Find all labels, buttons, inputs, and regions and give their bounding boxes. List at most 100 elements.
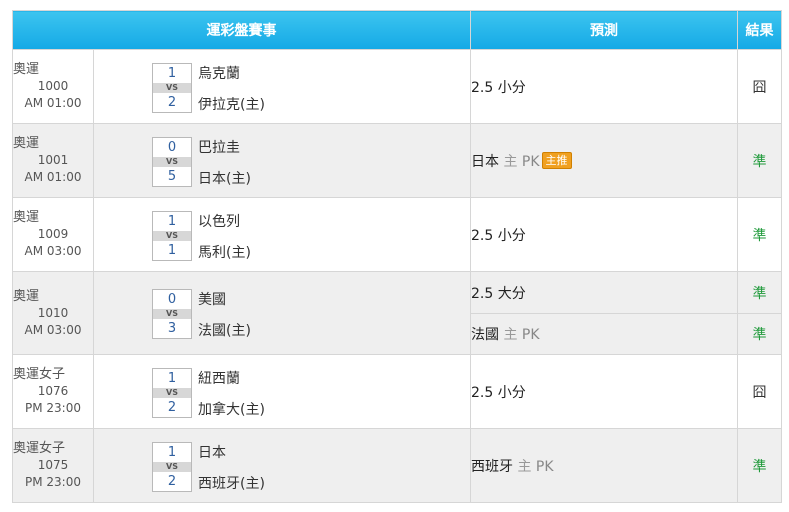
league-name: 奧運 bbox=[13, 136, 40, 151]
prediction-pk: PK bbox=[521, 153, 540, 170]
league-cell: 奧運女子 1076 PM 23:00 bbox=[12, 354, 94, 429]
result-cell: 準 bbox=[737, 123, 782, 198]
result-cell: 準 bbox=[737, 197, 782, 272]
prediction-cell: 2.5 大分 bbox=[470, 271, 738, 314]
vs-label: VS bbox=[153, 462, 191, 472]
match-cell: 0 VS 5 巴拉圭 日本(主) bbox=[93, 123, 471, 198]
vs-label: VS bbox=[153, 157, 191, 167]
prediction-pk: PK bbox=[521, 327, 540, 343]
team-away: 美國 bbox=[198, 292, 226, 308]
prediction-team: 法國 bbox=[471, 327, 499, 343]
team-home: 加拿大(主) bbox=[198, 402, 265, 418]
score-away: 2 bbox=[167, 400, 177, 415]
match-row: 奧運 1000 AM 01:00 1 VS 2 烏克蘭 伊拉克(主) 2.5 小… bbox=[12, 49, 782, 124]
match-cell: 1 VS 2 紐西蘭 加拿大(主) bbox=[93, 354, 471, 429]
score-away: 2 bbox=[167, 95, 177, 110]
match-number: 1076 bbox=[37, 384, 69, 398]
match-number: 1075 bbox=[37, 458, 69, 472]
score-box: 1 VS 2 bbox=[152, 442, 192, 492]
league-name: 奧運女子 bbox=[13, 367, 66, 382]
league-cell: 奧運 1010 AM 03:00 bbox=[12, 271, 94, 355]
prediction-pk: PK bbox=[535, 458, 554, 475]
match-row: 奧運 1001 AM 01:00 0 VS 5 巴拉圭 日本(主) 日本 主 P… bbox=[12, 123, 782, 198]
league-name: 奧運 bbox=[13, 62, 40, 77]
prediction-cell: 法國 主 PK bbox=[470, 313, 738, 355]
score-away: 1 bbox=[167, 243, 177, 258]
table-header-row: 運彩盤賽事 預測 結果 bbox=[12, 10, 782, 50]
team-away: 紐西蘭 bbox=[198, 371, 240, 387]
match-row: 奧運 1009 AM 03:00 1 VS 1 以色列 馬利(主) 2.5 小分… bbox=[12, 197, 782, 272]
match-time: PM 23:00 bbox=[25, 401, 81, 415]
prediction-cell: 2.5 小分 bbox=[470, 49, 738, 124]
prediction-table: 運彩盤賽事 預測 結果 奧運 1000 AM 01:00 1 VS 2 烏克蘭 … bbox=[12, 10, 782, 503]
league-name: 奧運 bbox=[13, 288, 40, 304]
league-name: 奧運女子 bbox=[13, 441, 66, 456]
prediction-cell: 日本 主 PK 主推 bbox=[470, 123, 738, 198]
result-cell: 準 bbox=[737, 428, 782, 503]
result-cell: 囧 bbox=[737, 49, 782, 124]
prediction-team: 日本 bbox=[471, 153, 499, 170]
score-away: 2 bbox=[167, 474, 177, 489]
team-away: 以色列 bbox=[198, 214, 240, 230]
team-away: 日本 bbox=[198, 445, 226, 461]
prediction-host: 主 bbox=[517, 458, 532, 475]
match-number: 1010 bbox=[37, 305, 69, 320]
match-number: 1000 bbox=[37, 79, 69, 93]
prediction-cell: 2.5 小分 bbox=[470, 197, 738, 272]
match-number: 1001 bbox=[37, 153, 69, 167]
score-box: 0 VS 5 bbox=[152, 137, 192, 187]
league-cell: 奧運 1001 AM 01:00 bbox=[12, 123, 94, 198]
vs-label: VS bbox=[153, 231, 191, 241]
team-home: 伊拉克(主) bbox=[198, 97, 265, 113]
prediction-cell: 2.5 小分 bbox=[470, 354, 738, 429]
prediction-cell: 西班牙 主 PK bbox=[470, 428, 738, 503]
header-prediction: 預測 bbox=[470, 10, 738, 50]
score-home: 1 bbox=[167, 66, 177, 81]
header-event: 運彩盤賽事 bbox=[12, 10, 471, 50]
score-home: 0 bbox=[167, 292, 177, 307]
match-time: AM 03:00 bbox=[24, 244, 82, 258]
score-box: 1 VS 2 bbox=[152, 63, 192, 113]
match-time: AM 03:00 bbox=[24, 322, 82, 337]
match-cell: 0 VS 3 美國 法國(主) bbox=[93, 271, 471, 355]
match-time: AM 01:00 bbox=[24, 96, 82, 110]
league-name: 奧運 bbox=[13, 210, 40, 225]
prediction-host: 主 bbox=[503, 153, 518, 170]
score-away: 5 bbox=[167, 169, 177, 184]
score-home: 1 bbox=[167, 214, 177, 229]
score-home: 0 bbox=[167, 140, 177, 155]
match-number: 1009 bbox=[37, 227, 69, 241]
score-box: 1 VS 1 bbox=[152, 211, 192, 261]
team-home: 西班牙(主) bbox=[198, 476, 265, 492]
match-cell: 1 VS 1 以色列 馬利(主) bbox=[93, 197, 471, 272]
match-row: 奧運女子 1075 PM 23:00 1 VS 2 日本 西班牙(主) 西班牙 … bbox=[12, 428, 782, 503]
team-away: 巴拉圭 bbox=[198, 140, 240, 156]
recommend-badge: 主推 bbox=[541, 151, 572, 169]
match-row: 奧運 1010 AM 03:00 0 VS 3 美國 法國(主) 2.5 大分 … bbox=[12, 271, 782, 355]
team-home: 日本(主) bbox=[198, 171, 251, 187]
match-cell: 1 VS 2 日本 西班牙(主) bbox=[93, 428, 471, 503]
result-cell: 準 bbox=[737, 271, 782, 314]
prediction-host: 主 bbox=[503, 327, 518, 343]
team-home: 法國(主) bbox=[198, 323, 251, 339]
score-away: 3 bbox=[167, 321, 177, 336]
vs-label: VS bbox=[153, 309, 191, 319]
league-cell: 奧運 1000 AM 01:00 bbox=[12, 49, 94, 124]
match-time: AM 01:00 bbox=[24, 170, 82, 184]
team-home: 馬利(主) bbox=[198, 245, 251, 261]
vs-label: VS bbox=[153, 388, 191, 398]
match-row: 奧運女子 1076 PM 23:00 1 VS 2 紐西蘭 加拿大(主) 2.5… bbox=[12, 354, 782, 429]
score-box: 1 VS 2 bbox=[152, 368, 192, 418]
team-away: 烏克蘭 bbox=[198, 66, 240, 82]
score-box: 0 VS 3 bbox=[152, 289, 192, 339]
score-home: 1 bbox=[167, 371, 177, 386]
result-cell: 準 bbox=[737, 313, 782, 355]
league-cell: 奧運女子 1075 PM 23:00 bbox=[12, 428, 94, 503]
match-cell: 1 VS 2 烏克蘭 伊拉克(主) bbox=[93, 49, 471, 124]
vs-label: VS bbox=[153, 83, 191, 93]
score-home: 1 bbox=[167, 445, 177, 460]
result-cell: 囧 bbox=[737, 354, 782, 429]
header-result: 結果 bbox=[737, 10, 782, 50]
prediction-team: 西班牙 bbox=[471, 458, 513, 475]
match-time: PM 23:00 bbox=[25, 475, 81, 489]
